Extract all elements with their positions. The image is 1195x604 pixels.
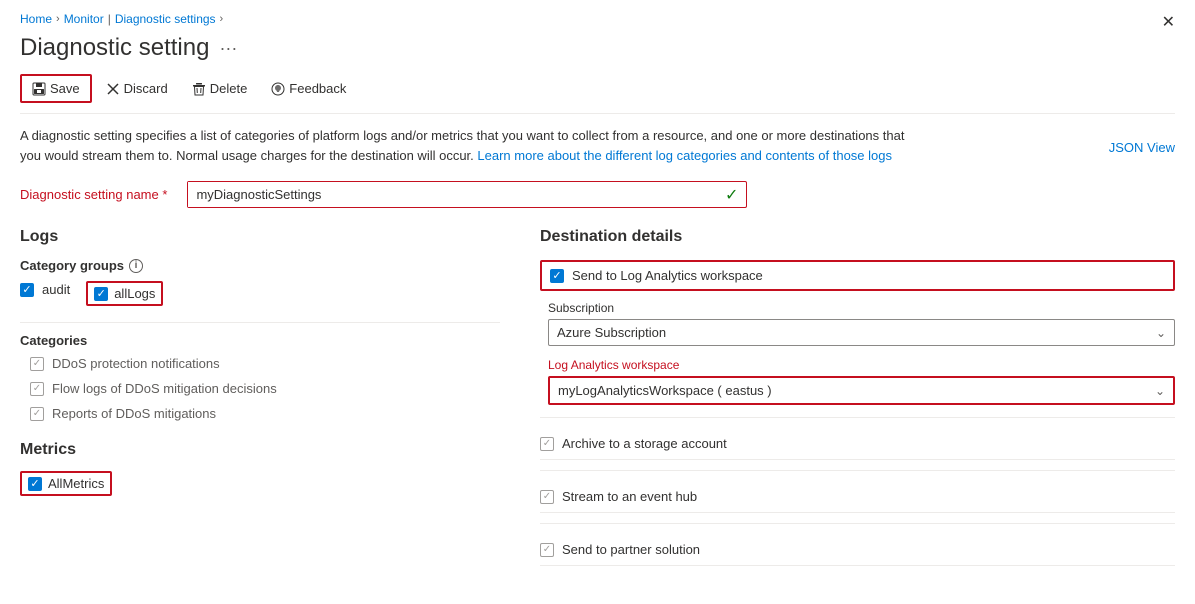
- ddos-reports-label: Reports of DDoS mitigations: [52, 406, 216, 421]
- feedback-icon: [271, 82, 285, 96]
- allmetrics-checkbox[interactable]: ✓: [28, 477, 42, 491]
- close-button[interactable]: ✕: [1162, 12, 1175, 32]
- save-button[interactable]: Save: [20, 74, 92, 103]
- discard-icon: [106, 82, 120, 96]
- description-text: A diagnostic setting specifies a list of…: [20, 126, 920, 165]
- subscription-label: Subscription: [548, 301, 1175, 315]
- destination-header: Destination details: [540, 228, 1175, 246]
- allLogs-checkbox[interactable]: ✓: [94, 287, 108, 301]
- breadcrumb-monitor[interactable]: Monitor: [64, 12, 104, 26]
- toolbar: Save Discard Delete Feedback: [20, 74, 1175, 114]
- archive-storage-row: Archive to a storage account: [540, 428, 1175, 460]
- delete-label: Delete: [210, 81, 248, 96]
- left-column: Logs Category groups i ✓ audit: [20, 228, 500, 566]
- dest-separator-3: [540, 523, 1175, 524]
- page-title: Diagnostic setting: [20, 34, 209, 62]
- stream-event-hub-label: Stream to an event hub: [562, 489, 697, 504]
- send-to-la-label: Send to Log Analytics workspace: [572, 268, 763, 283]
- ddos-flow-logs-label: Flow logs of DDoS mitigation decisions: [52, 381, 277, 396]
- learn-more-link[interactable]: Learn more about the different log categ…: [477, 148, 892, 163]
- partner-solution-row: Send to partner solution: [540, 534, 1175, 566]
- breadcrumb: Home › Monitor | Diagnostic settings ›: [20, 12, 1175, 26]
- partner-solution-checkbox[interactable]: [540, 543, 554, 557]
- subscription-row: Subscription Azure Subscription ⌄: [540, 301, 1175, 346]
- category-groups-header: Category groups i: [20, 258, 500, 273]
- send-to-la-section: ✓ Send to Log Analytics workspace Subscr…: [540, 260, 1175, 405]
- subscription-dropdown[interactable]: Azure Subscription ⌄: [548, 319, 1175, 346]
- save-icon: [32, 82, 46, 96]
- category-groups-section: Category groups i ✓ audit ✓: [20, 258, 500, 306]
- title-row: Diagnostic setting ···: [20, 34, 1175, 62]
- save-label: Save: [50, 81, 80, 96]
- audit-checkbox-row: ✓ audit: [20, 282, 70, 297]
- ddos-reports-checkbox[interactable]: [30, 407, 44, 421]
- setting-name-row: Diagnostic setting name * ✓: [20, 181, 1175, 208]
- discard-button[interactable]: Discard: [96, 76, 178, 101]
- logs-separator: [20, 322, 500, 323]
- allmetrics-label: AllMetrics: [48, 476, 104, 491]
- breadcrumb-pipe: |: [108, 12, 111, 26]
- audit-allLogs-row: ✓ audit ✓ allLogs: [20, 281, 500, 306]
- audit-checkmark: ✓: [22, 283, 31, 296]
- subscription-chevron: ⌄: [1156, 326, 1166, 340]
- allmetrics-checkbox-wrap: ✓ AllMetrics: [20, 471, 112, 496]
- send-to-la-checkmark: ✓: [552, 269, 561, 282]
- la-workspace-value: myLogAnalyticsWorkspace ( eastus ): [558, 383, 772, 398]
- category-ddos-reports: Reports of DDoS mitigations: [20, 406, 500, 421]
- breadcrumb-chevron-2: ›: [220, 13, 224, 25]
- json-view-link[interactable]: JSON View: [1109, 140, 1175, 155]
- subscription-value: Azure Subscription: [557, 325, 666, 340]
- setting-name-input[interactable]: [188, 182, 717, 207]
- breadcrumb-diagnostic-settings[interactable]: Diagnostic settings: [115, 12, 216, 26]
- ddos-notifications-label: DDoS protection notifications: [52, 356, 220, 371]
- breadcrumb-home[interactable]: Home: [20, 12, 52, 26]
- breadcrumb-chevron-1: ›: [56, 13, 60, 25]
- two-column-layout: Logs Category groups i ✓ audit: [20, 228, 1175, 566]
- dest-separator-1: [540, 417, 1175, 418]
- audit-checkbox[interactable]: ✓: [20, 283, 34, 297]
- send-to-la-checkbox[interactable]: ✓: [550, 269, 564, 283]
- logs-section-header: Logs: [20, 228, 500, 246]
- allLogs-checkbox-wrap: ✓ allLogs: [86, 281, 163, 306]
- category-ddos-notifications: DDoS protection notifications: [20, 356, 500, 371]
- category-ddos-flow-logs: Flow logs of DDoS mitigation decisions: [20, 381, 500, 396]
- discard-label: Discard: [124, 81, 168, 96]
- send-to-la-row: ✓ Send to Log Analytics workspace: [540, 260, 1175, 291]
- stream-event-hub-checkbox[interactable]: [540, 490, 554, 504]
- category-groups-info-icon[interactable]: i: [129, 259, 143, 273]
- dest-separator-2: [540, 470, 1175, 471]
- la-workspace-row: Log Analytics workspace myLogAnalyticsWo…: [540, 358, 1175, 405]
- right-column: Destination details ✓ Send to Log Analyt…: [540, 228, 1175, 566]
- feedback-label: Feedback: [289, 81, 346, 96]
- setting-name-checkmark: ✓: [717, 185, 746, 205]
- allLogs-checkmark: ✓: [97, 287, 106, 300]
- metrics-section: Metrics ✓ AllMetrics: [20, 441, 500, 496]
- archive-storage-label: Archive to a storage account: [562, 436, 727, 451]
- archive-storage-checkbox[interactable]: [540, 437, 554, 451]
- partner-solution-label: Send to partner solution: [562, 542, 700, 557]
- metrics-header: Metrics: [20, 441, 500, 459]
- categories-header: Categories: [20, 333, 500, 348]
- audit-label: audit: [42, 282, 70, 297]
- la-workspace-label: Log Analytics workspace: [548, 358, 1175, 372]
- la-workspace-dropdown[interactable]: myLogAnalyticsWorkspace ( eastus ) ⌄: [548, 376, 1175, 405]
- allmetrics-checkmark: ✓: [30, 477, 39, 490]
- allLogs-label: allLogs: [114, 286, 155, 301]
- ddos-flow-logs-checkbox[interactable]: [30, 382, 44, 396]
- title-more-options[interactable]: ···: [219, 38, 237, 59]
- delete-icon: [192, 82, 206, 96]
- page-container: Home › Monitor | Diagnostic settings › D…: [0, 0, 1195, 604]
- ddos-notifications-checkbox[interactable]: [30, 357, 44, 371]
- stream-event-hub-row: Stream to an event hub: [540, 481, 1175, 513]
- feedback-button[interactable]: Feedback: [261, 76, 356, 101]
- setting-name-label: Diagnostic setting name *: [20, 187, 167, 202]
- la-workspace-chevron: ⌄: [1155, 384, 1165, 398]
- categories-section: Categories DDoS protection notifications…: [20, 333, 500, 421]
- setting-name-input-wrap: ✓: [187, 181, 747, 208]
- delete-button[interactable]: Delete: [182, 76, 258, 101]
